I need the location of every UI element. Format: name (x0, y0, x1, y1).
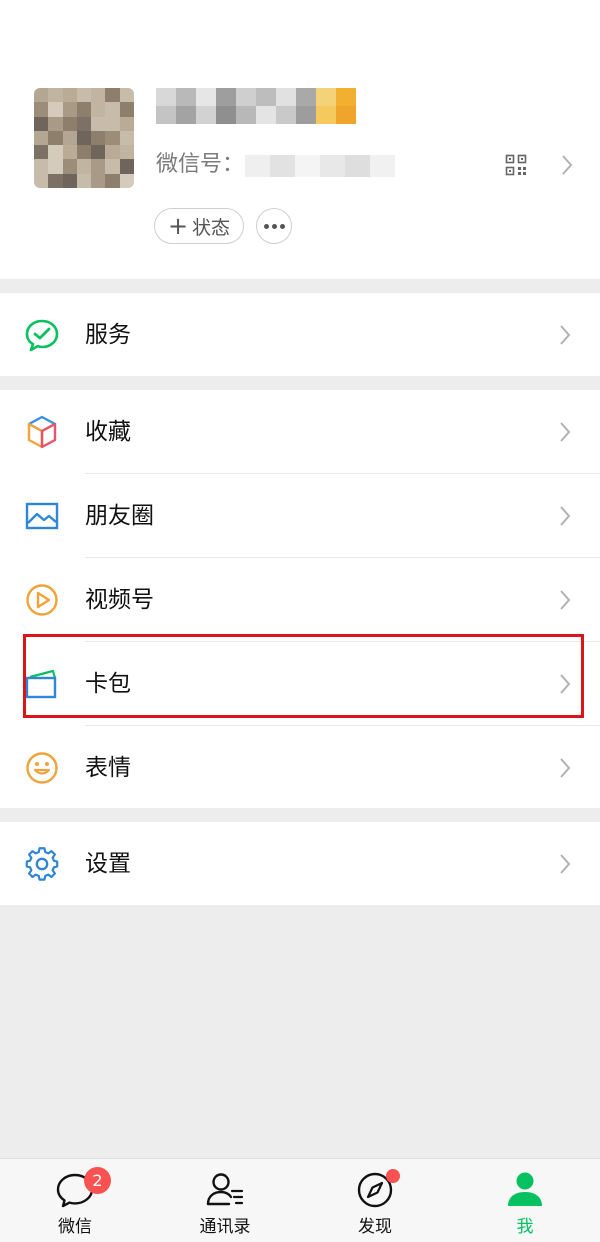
channels-play-icon (26, 584, 58, 616)
more-dot-icon (271, 223, 277, 229)
nickname-pixelated (156, 88, 356, 124)
tab-label-contacts: 通讯录 (199, 1217, 251, 1237)
services-icon (25, 319, 59, 352)
settings-group: 设置 (0, 822, 600, 905)
menu-item-channels[interactable]: 视频号 (0, 558, 600, 641)
tab-me[interactable]: 我 (450, 1159, 600, 1242)
tab-label-me: 我 (516, 1217, 534, 1237)
smiley-face-icon (26, 752, 58, 784)
more-dot-icon (263, 223, 269, 229)
content-group: 收藏 朋友圈 视频号 卡包 表情 (0, 390, 600, 808)
chevron-right-icon (560, 422, 571, 442)
bottom-tab-bar: 2 微信 通讯录 发现 我 (0, 1158, 600, 1242)
menu-label-moments: 朋友圈 (85, 503, 154, 529)
avatar[interactable] (34, 88, 134, 188)
menu-item-stickers[interactable]: 表情 (0, 726, 600, 809)
menu-label-settings: 设置 (85, 851, 131, 877)
menu-label-services: 服务 (85, 322, 131, 348)
plus-icon: + (167, 212, 189, 240)
tab-discover[interactable]: 发现 (300, 1159, 450, 1242)
tab-label-discover: 发现 (358, 1217, 392, 1237)
status-button-label: 状态 (192, 216, 231, 239)
add-status-button[interactable]: + 状态 (154, 208, 244, 244)
profile-header[interactable]: 微信号： + 状态 (0, 0, 600, 279)
services-group: 服务 (0, 293, 600, 376)
wechat-id-label: 微信号： (156, 152, 245, 177)
chevron-right-icon (560, 506, 571, 526)
moments-image-icon (25, 502, 59, 530)
menu-label-stickers: 表情 (85, 755, 131, 781)
tab-contacts[interactable]: 通讯录 (150, 1159, 300, 1242)
qr-code-icon[interactable] (505, 154, 527, 176)
discover-notification-dot (386, 1169, 400, 1183)
favorites-cube-icon (27, 415, 57, 449)
menu-item-favorites[interactable]: 收藏 (0, 390, 600, 473)
menu-item-settings[interactable]: 设置 (0, 822, 600, 905)
chevron-right-icon (562, 155, 573, 175)
tab-chats[interactable]: 2 微信 (0, 1159, 150, 1242)
chevron-right-icon (560, 590, 571, 610)
tab-label-chats: 微信 (58, 1217, 92, 1237)
chevron-right-icon (560, 758, 571, 778)
wechat-id-pixelated (245, 155, 395, 177)
chevron-right-icon (560, 854, 571, 874)
more-dot-icon (279, 223, 285, 229)
highlight-box-cards (23, 634, 584, 718)
person-icon (508, 1172, 542, 1206)
contacts-icon (206, 1173, 244, 1206)
gear-icon (25, 847, 59, 881)
menu-label-favorites: 收藏 (85, 419, 131, 445)
menu-label-channels: 视频号 (85, 587, 154, 613)
more-button[interactable] (256, 208, 292, 244)
menu-item-moments[interactable]: 朋友圈 (0, 474, 600, 557)
unread-badge: 2 (84, 1167, 111, 1194)
menu-item-services[interactable]: 服务 (0, 293, 600, 376)
chevron-right-icon (560, 325, 571, 345)
